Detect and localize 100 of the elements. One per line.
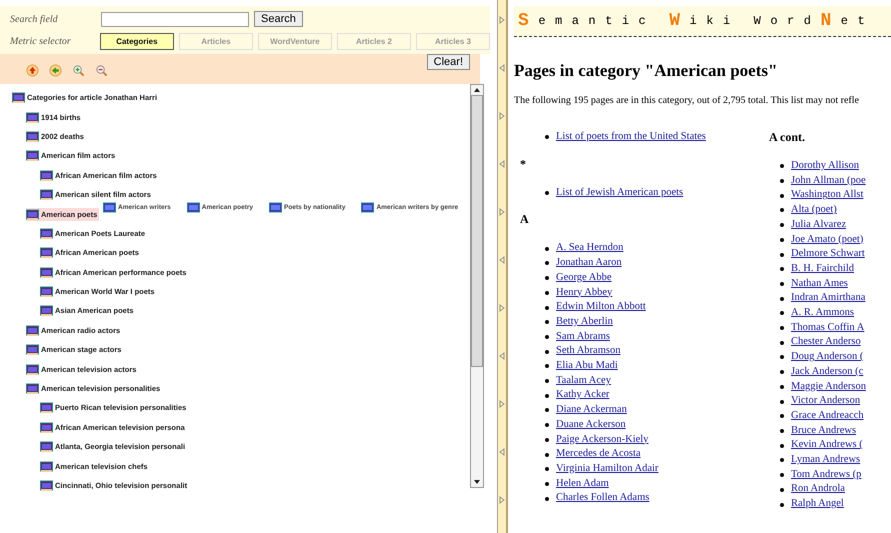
bullet-icon: [780, 282, 784, 286]
site-logo[interactable]: S emantic W iki Word N et: [514, 6, 891, 37]
poet-link[interactable]: Mercedes de Acosta: [556, 447, 641, 462]
poet-link[interactable]: Alta (poet): [791, 203, 837, 218]
scrollbar[interactable]: [470, 84, 484, 488]
poet-link[interactable]: Maggie Anderson: [791, 380, 866, 394]
metric-tab[interactable]: Categories: [100, 32, 174, 50]
poet-link[interactable]: Henry Abbey: [556, 286, 612, 300]
left-arrow-icon[interactable]: [49, 64, 62, 77]
poet-link[interactable]: Tom Andrews (p: [791, 468, 862, 482]
zoom-out-icon[interactable]: [95, 64, 108, 77]
poet-link[interactable]: A. R. Ammons: [791, 306, 854, 321]
poet-link[interactable]: Seth Abramson: [556, 344, 620, 360]
folder-icon: [26, 382, 40, 396]
poet-link[interactable]: Taalam Acey: [556, 374, 611, 388]
bullet-icon: [780, 267, 784, 272]
folder-icon: [40, 401, 54, 414]
metric-label: Metric selector: [10, 36, 72, 46]
folder-icon: [40, 188, 54, 202]
bullet-icon: [780, 340, 784, 345]
bullet-icon: [780, 458, 784, 462]
bullet-icon: [545, 246, 549, 251]
clear-button[interactable]: Clear!: [426, 54, 470, 70]
bullet-icon: [545, 467, 549, 472]
folder-icon: [103, 201, 117, 214]
poet-link[interactable]: Ralph Angel: [791, 497, 844, 512]
poet-link[interactable]: Grace Andreacch: [791, 408, 864, 424]
poet-link[interactable]: Doug Anderson (: [791, 350, 864, 365]
poet-link[interactable]: Helen Adam: [556, 476, 609, 492]
poet-link[interactable]: Dorothy Allison: [791, 159, 859, 174]
poet-link[interactable]: List of Jewish American poets: [556, 186, 684, 200]
folder-icon: [26, 110, 40, 124]
poet-link[interactable]: Betty Aberlin: [556, 314, 613, 330]
folder-icon: [186, 201, 201, 214]
bullet-icon: [545, 364, 549, 368]
bullet-icon: [545, 261, 549, 266]
poet-link[interactable]: Kathy Acker: [556, 388, 610, 404]
poet-link[interactable]: Thomas Coffin A: [791, 320, 864, 336]
poet-link[interactable]: Ron Androla: [791, 482, 845, 498]
bullet-icon: [545, 191, 549, 196]
poet-link[interactable]: John Allman (poe: [791, 174, 866, 188]
poet-link[interactable]: Victor Anderson: [791, 394, 860, 409]
folder-icon: [26, 343, 40, 356]
bullet-icon: [545, 452, 549, 457]
folder-icon: [26, 130, 40, 143]
poet-link[interactable]: A. Sea Herndon: [556, 241, 624, 256]
poet-link[interactable]: Edwin Milton Abbott: [556, 300, 646, 315]
poet-link[interactable]: Chester Anderso: [791, 335, 861, 350]
bullet-icon: [780, 194, 784, 198]
poet-link[interactable]: Bruce Andrews: [791, 424, 856, 438]
poet-link[interactable]: Sam Abrams: [556, 330, 610, 344]
zoom-in-icon[interactable]: [72, 64, 85, 77]
folder-icon: [40, 226, 54, 240]
bullet-icon: [545, 423, 549, 428]
poet-link[interactable]: Jack Anderson (c: [791, 364, 864, 380]
up-arrow-icon[interactable]: [26, 64, 39, 77]
folder-icon: [26, 208, 40, 221]
folder-icon: [40, 246, 54, 260]
bullet-icon: [780, 488, 784, 492]
bullet-icon: [780, 311, 784, 316]
bullet-icon: [545, 334, 549, 339]
bullet-icon: [545, 379, 549, 384]
poet-link[interactable]: B. H. Fairchild: [791, 262, 854, 277]
poet-link[interactable]: Elia Abu Madi: [556, 359, 618, 374]
splitter-bar[interactable]: [497, 0, 508, 533]
poet-link[interactable]: Indran Amirthana: [791, 291, 866, 306]
bullet-icon: [780, 400, 784, 404]
bullet-icon: [545, 496, 549, 501]
poet-link[interactable]: Paige Ackerson-Kiely: [556, 432, 648, 448]
bullet-icon: [780, 473, 784, 478]
poet-link[interactable]: Diane Ackerman: [556, 403, 627, 418]
poet-link[interactable]: Charles Follen Adams: [556, 491, 650, 506]
poet-link[interactable]: Julia Alvarez: [791, 218, 846, 233]
bullet-icon: [545, 276, 549, 280]
bullet-icon: [545, 135, 549, 140]
bullet-icon: [545, 394, 549, 398]
search-field[interactable]: [101, 12, 249, 26]
poet-link[interactable]: Jonathan Aaron: [556, 256, 622, 271]
poet-link[interactable]: Washington Allst: [791, 188, 864, 204]
bullet-icon: [545, 320, 549, 324]
bullet-icon: [780, 384, 784, 389]
folder-icon: [40, 168, 54, 182]
folder-icon: [40, 266, 54, 279]
poet-link[interactable]: Kevin Andrews (: [791, 438, 863, 454]
poet-link[interactable]: Joe Amato (poet): [791, 232, 864, 248]
poet-link[interactable]: Nathan Ames: [791, 276, 848, 292]
poet-link[interactable]: List of poets from the United States: [556, 130, 706, 145]
bullet-icon: [780, 429, 784, 433]
intro-text: The following 195 pages are in this category, out of 2,795 total. This list may not refle: [514, 95, 860, 106]
bullet-icon: [780, 355, 784, 360]
folder-icon: [12, 91, 26, 104]
bullet-icon: [545, 290, 549, 295]
section-heading: A cont.: [769, 130, 806, 145]
poet-link[interactable]: Virginia Hamilton Adair: [556, 462, 658, 477]
poet-link[interactable]: Lyman Andrews: [791, 453, 860, 468]
poet-link[interactable]: Delmore Schwart: [791, 247, 865, 262]
search-button[interactable]: Search: [254, 11, 303, 27]
poet-link[interactable]: George Abbe: [556, 270, 612, 286]
poet-link[interactable]: Duane Ackerson: [556, 418, 626, 433]
folder-icon: [40, 285, 54, 298]
